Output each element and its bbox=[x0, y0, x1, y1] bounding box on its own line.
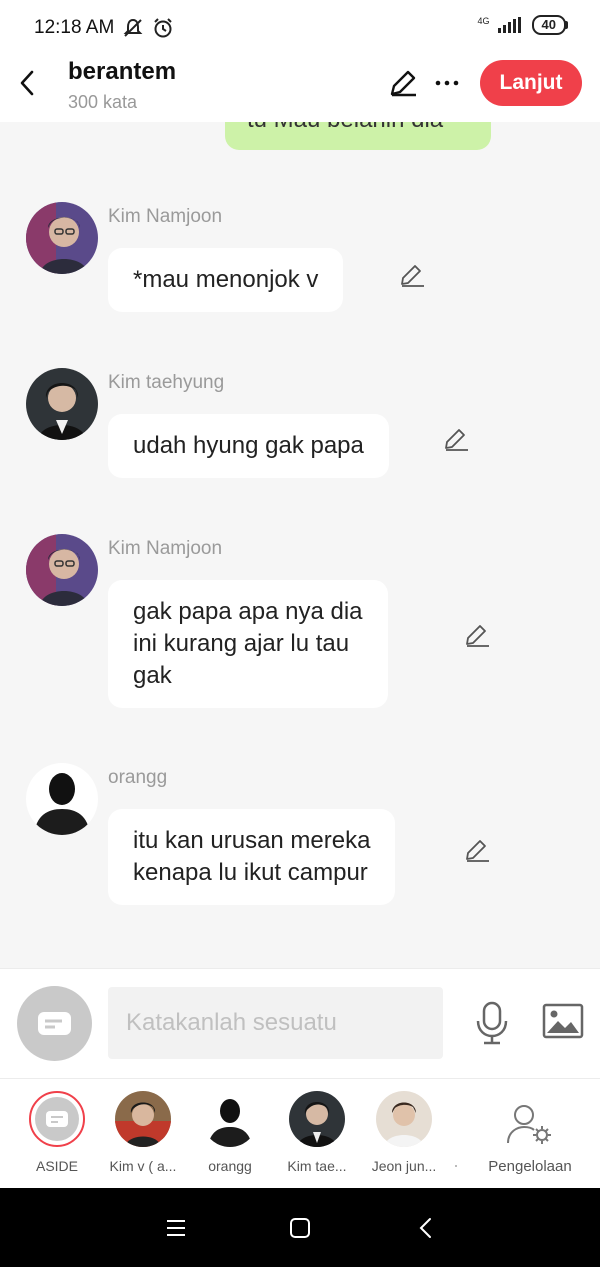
message-line: gak papa apa nya dia bbox=[133, 598, 363, 625]
status-icons bbox=[122, 17, 174, 39]
menu-icon[interactable] bbox=[164, 1216, 188, 1240]
character-orangg[interactable]: orangg bbox=[188, 1079, 272, 1189]
character-kim-v[interactable]: Kim v ( a... bbox=[101, 1079, 185, 1189]
input-bar bbox=[0, 968, 600, 1078]
message-line: itu kan urusan mereka bbox=[133, 827, 371, 854]
message-line: kenapa lu ikut campur bbox=[133, 859, 368, 886]
aside-avatar bbox=[29, 1091, 85, 1147]
message-bubble[interactable]: itu kan urusan mereka kenapa lu ikut cam… bbox=[108, 809, 396, 905]
user-settings-icon bbox=[507, 1105, 551, 1144]
message-line: ini kurang ajar lu tau bbox=[133, 630, 350, 657]
edit-icon[interactable] bbox=[388, 68, 418, 98]
character-strip: ASIDE Kim v ( a... orangg Kim tae... Jeo… bbox=[0, 1078, 600, 1188]
image-icon[interactable] bbox=[542, 1003, 584, 1039]
sent-message-text: tu Mau belahin dia bbox=[247, 122, 443, 134]
message-bubble[interactable]: udah hyung gak papa bbox=[108, 414, 389, 478]
character-label: ASIDE bbox=[35, 1158, 78, 1174]
avatar-orangg[interactable] bbox=[26, 763, 98, 835]
message-line: gak bbox=[133, 662, 172, 689]
separator-dot bbox=[455, 1165, 457, 1167]
back-icon[interactable] bbox=[16, 68, 40, 98]
sender-name: Kim Namjoon bbox=[108, 538, 223, 559]
avatar-kim-taehyung[interactable] bbox=[26, 368, 98, 440]
edit-message-icon[interactable] bbox=[463, 837, 491, 865]
chat-area[interactable]: tu Mau belahin dia Kim Namjoon *mau meno… bbox=[0, 122, 600, 968]
message-bubble[interactable]: gak papa apa nya dia ini kurang ajar lu … bbox=[108, 580, 388, 708]
character-avatar bbox=[289, 1091, 345, 1147]
status-bar: 12:18 AM 4G 40 bbox=[0, 0, 600, 56]
status-right: 4G 40 bbox=[478, 15, 568, 35]
signal-icon bbox=[497, 17, 521, 33]
sender-name: orangg bbox=[108, 767, 168, 788]
aside-icon bbox=[38, 1012, 71, 1035]
sent-message-bubble[interactable]: tu Mau belahin dia bbox=[225, 122, 491, 150]
story-title: berantem bbox=[68, 58, 177, 85]
message-line: *mau menonjok v bbox=[133, 266, 319, 293]
character-label: Kim v ( a... bbox=[109, 1158, 177, 1174]
home-icon[interactable] bbox=[288, 1216, 312, 1240]
next-button[interactable]: Lanjut bbox=[480, 60, 582, 106]
word-count: 300 kata bbox=[68, 92, 138, 112]
header: berantem 300 kata Lanjut bbox=[0, 56, 600, 122]
system-nav-bar bbox=[0, 1188, 600, 1267]
battery-icon bbox=[565, 21, 568, 29]
microphone-icon[interactable] bbox=[474, 1001, 510, 1045]
more-options-icon[interactable] bbox=[434, 68, 460, 98]
character-avatar bbox=[115, 1091, 171, 1147]
battery-level: 40 bbox=[531, 15, 566, 35]
character-jeon-jungkook[interactable]: Jeon jun... bbox=[362, 1079, 446, 1189]
message-line: udah hyung gak papa bbox=[133, 432, 364, 459]
character-kim-taehyung[interactable]: Kim tae... bbox=[275, 1079, 359, 1189]
character-avatar bbox=[376, 1091, 432, 1147]
character-avatar bbox=[202, 1091, 258, 1147]
character-label: orangg bbox=[208, 1158, 252, 1174]
character-label: Kim tae... bbox=[287, 1158, 347, 1174]
sender-name: Kim Namjoon bbox=[108, 206, 223, 227]
avatar-kim-namjoon[interactable] bbox=[26, 534, 98, 606]
edit-message-icon[interactable] bbox=[463, 622, 491, 650]
message-bubble[interactable]: *mau menonjok v bbox=[108, 248, 344, 312]
sender-name: Kim taehyung bbox=[108, 372, 225, 393]
back-nav-icon[interactable] bbox=[414, 1216, 438, 1240]
edit-message-icon[interactable] bbox=[442, 426, 470, 454]
status-time: 12:18 AM bbox=[34, 17, 115, 38]
character-aside[interactable]: ASIDE bbox=[15, 1079, 99, 1189]
aside-toggle-button[interactable] bbox=[17, 986, 92, 1061]
edit-message-icon[interactable] bbox=[398, 262, 426, 290]
management-button[interactable]: Pengelolaan bbox=[480, 1079, 580, 1189]
management-label: Pengelolaan bbox=[488, 1158, 572, 1175]
avatar-kim-namjoon[interactable] bbox=[26, 202, 98, 274]
network-type: 4G bbox=[477, 15, 490, 26]
character-label: Jeon jun... bbox=[371, 1158, 437, 1174]
alarm-icon bbox=[154, 18, 172, 38]
notifications-off-icon bbox=[123, 18, 143, 37]
message-input[interactable] bbox=[108, 987, 443, 1059]
